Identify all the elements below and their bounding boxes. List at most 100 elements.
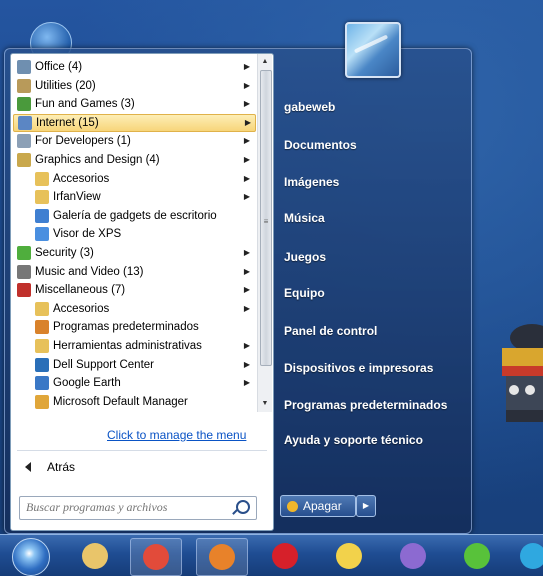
- programs-list: Office (4) ▶ Utilities (20) ▶ Fun and Games …: [11, 54, 256, 414]
- program-label: Galería de gadgets de escritorio: [53, 209, 217, 222]
- program-item[interactable]: Music and Video (13) ▶: [13, 263, 254, 281]
- program-item[interactable]: Fun and Games (3) ▶: [13, 95, 254, 113]
- program-label: Music and Video (13): [35, 265, 144, 278]
- program-item[interactable]: Programas predeterminados: [13, 318, 254, 336]
- music-icon: [17, 264, 31, 279]
- program-item[interactable]: Visor de XPS: [13, 225, 254, 243]
- devices-printers-link[interactable]: Dispositivos e impresoras: [284, 361, 433, 375]
- default-programs-link[interactable]: Programas predeterminados: [284, 398, 447, 412]
- taskbar-button[interactable]: [452, 538, 502, 574]
- program-item[interactable]: Accesorios ▶: [13, 170, 254, 188]
- taskbar-button[interactable]: [388, 538, 438, 574]
- games-link[interactable]: Juegos: [284, 250, 326, 264]
- taskbar-button[interactable]: [508, 538, 543, 574]
- pictures-link[interactable]: Imágenes: [284, 175, 339, 189]
- back-button[interactable]: Atrás: [19, 456, 75, 478]
- submenu-arrow-icon: ▶: [243, 136, 250, 146]
- program-item[interactable]: Dell Support Center ▶: [13, 356, 254, 374]
- program-item[interactable]: Security (3) ▶: [13, 244, 254, 262]
- search-input[interactable]: [20, 497, 226, 517]
- default-programs-icon: [35, 320, 49, 335]
- submenu-arrow-icon: ▶: [243, 173, 250, 183]
- program-item[interactable]: Internet (15) ▶: [13, 113, 256, 132]
- program-label: Programas predeterminados: [53, 321, 199, 334]
- user-name[interactable]: gabeweb: [284, 100, 335, 114]
- grip-icon: ≡: [263, 217, 269, 226]
- icq-icon: [464, 543, 490, 569]
- computer-link[interactable]: Equipo: [284, 286, 325, 300]
- documents-link[interactable]: Documentos: [284, 138, 357, 152]
- submenu-arrow-icon: ▶: [243, 155, 250, 164]
- program-item[interactable]: Google Earth ▶: [13, 374, 254, 392]
- desktop-mascot-image: [502, 324, 543, 422]
- developer-icon: [17, 134, 31, 149]
- program-item[interactable]: Accesorios ▶: [13, 300, 254, 318]
- pidgin-icon: [400, 543, 426, 569]
- programs-scrollbar[interactable]: ▲ ≡ ▼: [257, 54, 272, 412]
- submenu-arrow-icon: ▶: [243, 80, 250, 90]
- manage-menu-link[interactable]: Click to manage the menu: [107, 428, 246, 442]
- gadgets-icon: [35, 208, 49, 223]
- divider: [17, 450, 267, 451]
- games-icon: [17, 97, 31, 112]
- program-item[interactable]: Galería de gadgets de escritorio: [13, 207, 254, 225]
- music-link[interactable]: Música: [284, 211, 325, 225]
- firefox-icon: [209, 544, 235, 570]
- misc-heart-icon: [17, 283, 31, 298]
- internet-icon: [18, 115, 32, 130]
- utilities-icon: [17, 78, 31, 93]
- submenu-arrow-icon: ▶: [244, 117, 251, 127]
- taskbar-button[interactable]: [196, 538, 248, 576]
- scroll-down-arrow-icon[interactable]: ▼: [259, 398, 271, 410]
- scroll-up-arrow-icon[interactable]: ▲: [259, 56, 271, 68]
- taskbar-button[interactable]: [130, 538, 182, 576]
- search-icon[interactable]: [236, 500, 250, 514]
- folder-icon: [35, 171, 49, 186]
- program-label: Accesorios: [53, 302, 110, 315]
- program-item[interactable]: Office (4) ▶: [13, 58, 254, 76]
- submenu-arrow-icon: ▶: [243, 62, 250, 71]
- shutdown-options-arrow-icon[interactable]: ▶: [356, 495, 376, 517]
- program-item[interactable]: For Developers (1) ▶: [13, 132, 254, 150]
- shutdown-label: Apagar: [303, 499, 342, 513]
- program-label: Visor de XPS: [53, 228, 122, 241]
- help-support-link[interactable]: Ayuda y soporte técnico: [284, 433, 423, 447]
- taskbar: [0, 534, 543, 576]
- taskbar-button[interactable]: [70, 538, 120, 574]
- search-box[interactable]: [19, 496, 257, 520]
- program-label: Herramientas administrativas: [53, 340, 202, 352]
- folder-icon: [35, 301, 49, 316]
- submenu-arrow-icon: ▶: [243, 378, 250, 388]
- program-label: Security (3): [35, 247, 94, 259]
- back-label: Atrás: [47, 460, 76, 474]
- submenu-arrow-icon: ▶: [243, 192, 250, 202]
- office-folder-icon: [17, 60, 31, 74]
- google-earth-icon: [35, 376, 49, 391]
- control-panel-link[interactable]: Panel de control: [284, 324, 377, 338]
- program-item[interactable]: Microsoft Default Manager: [13, 393, 254, 411]
- graphics-icon: [17, 153, 31, 167]
- scroll-thumb[interactable]: ≡: [260, 70, 272, 366]
- program-label: IrfanView: [53, 191, 101, 204]
- taskbar-button[interactable]: [260, 538, 310, 574]
- shutdown-button[interactable]: Apagar: [280, 495, 356, 517]
- program-item[interactable]: Herramientas administrativas ▶: [13, 337, 254, 355]
- program-item[interactable]: Utilities (20) ▶: [13, 77, 254, 95]
- program-item[interactable]: IrfanView ▶: [13, 188, 254, 206]
- taskbar-button[interactable]: [324, 538, 374, 574]
- skype-icon: [520, 543, 543, 569]
- program-label: Internet (15): [36, 116, 99, 129]
- program-label: Miscellaneous (7): [35, 284, 126, 297]
- program-item[interactable]: Graphics and Design (4) ▶: [13, 151, 254, 169]
- app-bird-icon: [336, 543, 362, 569]
- program-label: Office (4): [35, 61, 83, 73]
- submenu-arrow-icon: ▶: [243, 266, 250, 276]
- program-item[interactable]: Miscellaneous (7) ▶: [13, 281, 254, 299]
- user-picture[interactable]: [345, 22, 401, 78]
- submenu-arrow-icon: ▶: [243, 285, 250, 295]
- start-orb-icon[interactable]: [12, 538, 50, 576]
- program-label: Microsoft Default Manager: [53, 395, 188, 408]
- xps-icon: [35, 227, 49, 242]
- folder-icon: [35, 339, 49, 353]
- dell-icon: [35, 357, 49, 372]
